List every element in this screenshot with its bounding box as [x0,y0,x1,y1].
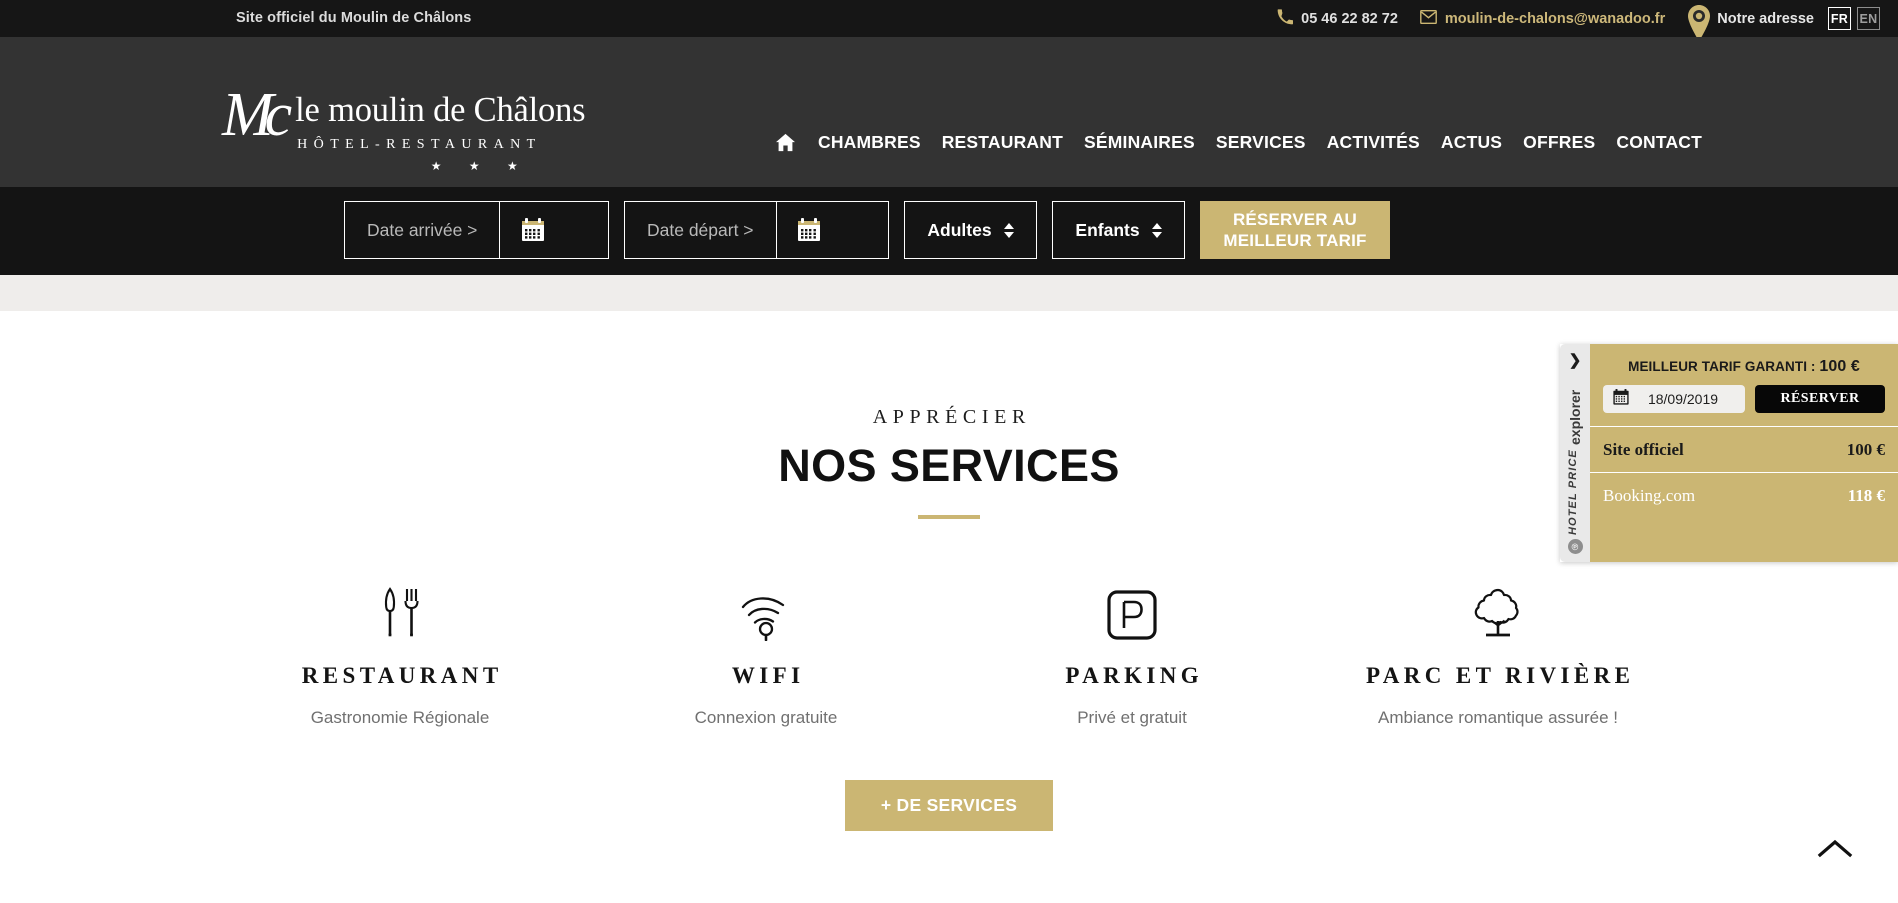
page-root: Site officiel du Moulin de Châlons 05 46… [0,0,1898,903]
chevron-right-icon: ❯ [1568,352,1582,369]
logo-name: le moulin de Châlons [295,91,586,129]
price-explorer-toggle-tab[interactable]: ❯ HOTEL PRICE explorer ℗ [1560,344,1590,562]
departure-date-field[interactable]: Date départ > [624,201,889,259]
tab-label-explorer: explorer [1567,390,1583,446]
phone-link[interactable]: 05 46 22 82 72 [1277,8,1398,29]
map-pin-icon [1687,0,1711,41]
service-title: RESTAURANT [301,663,503,688]
nav-item-restaurant[interactable]: RESTAURANT [942,132,1063,153]
children-select[interactable]: Enfants [1052,201,1185,259]
phone-icon [1277,8,1294,29]
price-row-booking[interactable]: Booking.com 118 € [1590,472,1898,518]
service-title: PARKING [1065,663,1204,688]
top-contact-group: 05 46 22 82 72 moulin-de-chalons@wanadoo… [1277,0,1880,41]
calendar-icon[interactable] [775,202,842,258]
logo-text-block: le moulin de Châlons HÔTEL-RESTAURANT ★ … [295,89,585,173]
separator-band [0,275,1898,311]
main-navigation: CHAMBRES RESTAURANT SÉMINAIRES SERVICES … [775,132,1702,153]
price-row-name: Booking.com [1603,485,1696,505]
price-explorer-controls: 18/09/2019 RÉSERVER [1590,376,1898,426]
best-rate-label: MEILLEUR TARIF GARANTI : [1628,359,1820,374]
adults-label: Adultes [927,219,992,240]
price-explorer-date-field[interactable]: 18/09/2019 [1603,385,1745,413]
stepper-updown-icon[interactable] [1151,222,1162,238]
children-label: Enfants [1075,219,1140,240]
service-card-parking[interactable]: PARKING Privé et gratuit [949,579,1315,728]
service-description: Ambiance romantique assurée ! [1377,708,1619,727]
services-grid: RESTAURANT Gastronomie Régionale WIFI Co… [0,579,1898,728]
arrival-date-field[interactable]: Date arrivée > [344,201,609,259]
more-services-button[interactable]: + DE SERVICES [844,780,1054,831]
mail-icon [1420,9,1437,28]
wifi-icon [583,579,949,641]
more-services-wrapper: + DE SERVICES [0,780,1898,831]
title-divider [918,515,980,519]
cutlery-icon [217,579,583,641]
price-row-name: Site officiel [1603,439,1684,459]
lang-button-en[interactable]: EN [1857,7,1880,30]
calendar-icon[interactable] [499,202,565,258]
email-address: moulin-de-chalons@wanadoo.fr [1444,10,1666,27]
best-rate-amount: 100 € [1819,358,1860,375]
nav-item-seminaires[interactable]: SÉMINAIRES [1084,132,1195,153]
address-label: Notre adresse [1717,10,1814,27]
chevron-up-icon [1817,839,1853,858]
site-tagline: Site officiel du Moulin de Châlons [236,10,472,26]
price-explorer-tab-label: HOTEL PRICE explorer [1567,374,1583,535]
price-row-amount: 118 € [1847,485,1885,505]
price-row-official[interactable]: Site officiel 100 € [1590,426,1898,472]
price-explorer-widget: ❯ HOTEL PRICE explorer ℗ MEILLEUR TARIF … [1560,344,1898,562]
logo-monogram: Mc [222,81,292,149]
nav-item-chambres[interactable]: CHAMBRES [818,132,921,153]
address-link[interactable]: Notre adresse [1687,0,1814,41]
nav-item-services[interactable]: SERVICES [1216,132,1306,153]
service-card-restaurant[interactable]: RESTAURANT Gastronomie Régionale [217,579,583,728]
logo-stars: ★ ★ ★ [430,158,530,173]
site-logo[interactable]: Mc le moulin de Châlons HÔTEL-RESTAURANT… [222,81,586,173]
phone-number: 05 46 22 82 72 [1301,10,1398,27]
price-explorer-filler [1590,518,1898,562]
service-description: Privé et gratuit [1077,708,1187,727]
parking-icon [949,579,1315,641]
adults-select[interactable]: Adultes [904,201,1037,259]
departure-date-placeholder: Date départ > [647,219,754,240]
booking-submit-button[interactable]: RÉSERVER AU MEILLEUR TARIF [1200,201,1390,259]
arrival-date-placeholder: Date arrivée > [367,219,478,240]
email-link[interactable]: moulin-de-chalons@wanadoo.fr [1420,9,1666,28]
booking-bar: Date arrivée > Date départ > Adultes Enf… [0,187,1898,275]
site-header: Mc le moulin de Châlons HÔTEL-RESTAURANT… [0,37,1898,187]
logo-subtitle: HÔTEL-RESTAURANT [297,136,542,152]
calendar-icon [1612,388,1630,411]
service-card-wifi[interactable]: WIFI Connexion gratuite [583,579,949,728]
nav-item-actus[interactable]: ACTUS [1441,132,1502,153]
price-row-amount: 100 € [1846,439,1885,459]
scroll-to-top-button[interactable] [1810,823,1860,873]
price-explorer-reserve-button[interactable]: RÉSERVER [1755,385,1885,413]
booking-form: Date arrivée > Date départ > Adultes Enf… [344,201,1390,259]
service-description: Gastronomie Régionale [310,708,490,727]
nav-item-contact[interactable]: CONTACT [1616,132,1702,153]
lang-button-fr[interactable]: FR [1828,7,1851,30]
tree-icon [1315,579,1681,641]
price-explorer-date-value: 18/09/2019 [1647,391,1719,407]
price-explorer-panel: MEILLEUR TARIF GARANTI : 100 € 18/09/201… [1590,344,1898,562]
tab-label-hotel-price: HOTEL PRICE [1567,449,1579,535]
service-description: Connexion gratuite [694,708,838,727]
language-switcher: FR EN [1828,7,1880,30]
nav-item-offres[interactable]: OFFRES [1523,132,1595,153]
stepper-updown-icon[interactable] [1003,222,1014,238]
best-rate-headline: MEILLEUR TARIF GARANTI : 100 € [1590,344,1898,376]
home-icon[interactable] [775,133,796,152]
top-utility-bar: Site officiel du Moulin de Châlons 05 46… [0,0,1898,41]
price-explorer-badge-icon: ℗ [1567,539,1583,554]
service-title: WIFI [731,663,805,688]
service-card-parc-riviere[interactable]: PARC ET RIVIÈRE Ambiance romantique assu… [1315,579,1681,728]
service-title: PARC ET RIVIÈRE [1366,663,1635,688]
nav-item-activites[interactable]: ACTIVITÉS [1327,132,1420,153]
